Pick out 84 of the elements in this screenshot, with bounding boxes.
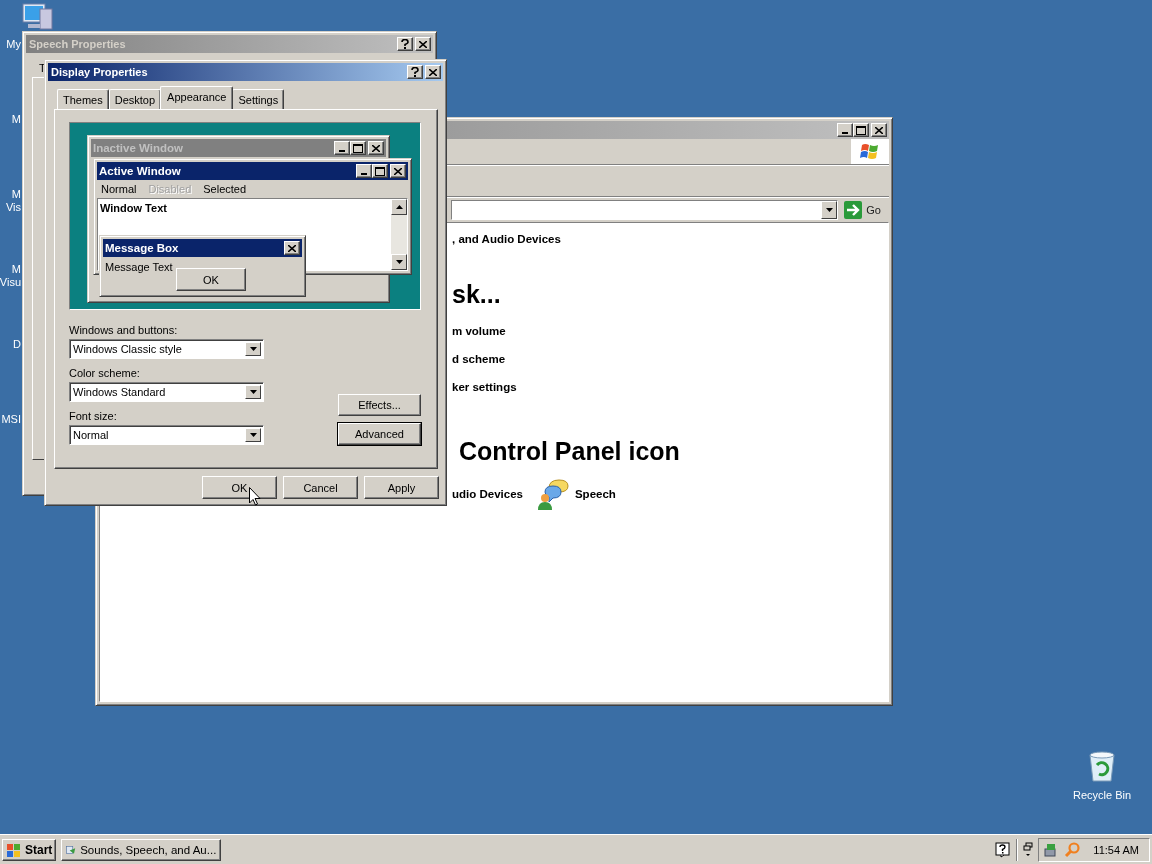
desktop-icon-label[interactable]: My bbox=[6, 38, 21, 51]
help-icon[interactable] bbox=[995, 841, 1012, 858]
close-icon bbox=[419, 40, 427, 48]
desktop-icon-label[interactable]: M bbox=[11, 188, 21, 201]
desktop-icon-label[interactable]: Vis bbox=[5, 201, 21, 214]
dropdown[interactable]: Windows Classic style bbox=[69, 339, 264, 359]
close-icon bbox=[429, 68, 437, 76]
category-link[interactable]: , and Audio Devices bbox=[452, 233, 561, 245]
ok-button[interactable]: OK bbox=[176, 268, 246, 291]
windows-logo-icon bbox=[6, 841, 22, 858]
field-label: Windows and buttons: bbox=[69, 324, 179, 336]
window-title: Active Window bbox=[99, 165, 181, 177]
clock: 11:54 AM bbox=[1093, 843, 1139, 856]
window-title: Inactive Window bbox=[93, 142, 183, 154]
help-icon bbox=[401, 39, 409, 49]
window-title: Message Box bbox=[105, 242, 179, 254]
dropdown-arrow-icon bbox=[249, 433, 257, 437]
task-link[interactable]: ker settings bbox=[452, 381, 517, 393]
dialog-button[interactable]: OK bbox=[202, 476, 277, 499]
desktop-icon-label[interactable]: Visu bbox=[0, 276, 21, 289]
minimize-button[interactable] bbox=[837, 123, 853, 137]
close-button[interactable] bbox=[390, 164, 406, 178]
section-heading: sk... bbox=[452, 280, 501, 309]
recycle-bin-icon[interactable] bbox=[1087, 751, 1117, 783]
maximize-button[interactable] bbox=[853, 123, 869, 137]
desktop-icon-label[interactable]: M bbox=[11, 263, 21, 276]
desktop-icon-label[interactable]: M bbox=[11, 113, 21, 126]
field-label: Font size: bbox=[69, 410, 118, 422]
close-button[interactable] bbox=[425, 65, 441, 79]
tab[interactable]: Appearance bbox=[160, 86, 234, 109]
tab[interactable]: Themes bbox=[57, 89, 109, 109]
close-icon bbox=[394, 167, 402, 175]
scroll-up-button[interactable] bbox=[391, 199, 407, 215]
close-icon bbox=[875, 126, 883, 134]
cursor-icon bbox=[249, 487, 261, 506]
recycle-bin-label[interactable]: Recycle Bin bbox=[1072, 789, 1132, 801]
address-field[interactable] bbox=[451, 200, 839, 220]
maximize-button[interactable] bbox=[372, 164, 388, 178]
desktop-icon-label[interactable]: D bbox=[13, 338, 21, 351]
window-text: Window Text bbox=[99, 201, 168, 216]
dialog-button[interactable]: Advanced bbox=[338, 423, 421, 445]
close-button[interactable] bbox=[284, 241, 300, 255]
help-button[interactable] bbox=[407, 65, 423, 79]
message-text: Message Text bbox=[104, 260, 174, 273]
close-button[interactable] bbox=[871, 123, 887, 137]
go-button[interactable]: Go bbox=[842, 199, 889, 221]
speech-icon[interactable] bbox=[536, 478, 569, 510]
dropdown[interactable]: Windows Standard bbox=[69, 382, 264, 402]
dialog-button[interactable]: Cancel bbox=[283, 476, 358, 499]
minimize-button[interactable] bbox=[356, 164, 372, 178]
windows-logo-icon bbox=[860, 141, 880, 162]
close-icon bbox=[288, 244, 296, 252]
dropdown-arrow-icon bbox=[249, 390, 257, 394]
close-icon bbox=[372, 144, 380, 152]
window-restore-icon[interactable] bbox=[1023, 841, 1034, 858]
taskbar-button[interactable]: Sounds, Speech, and Au... bbox=[61, 838, 222, 861]
window-title: Display Properties bbox=[51, 66, 148, 78]
section-heading: Control Panel icon bbox=[459, 437, 680, 466]
maximize-icon bbox=[375, 166, 385, 176]
start-button[interactable]: Start bbox=[2, 838, 57, 861]
arrow-icon bbox=[844, 201, 863, 219]
dropdown[interactable]: Normal bbox=[69, 425, 264, 445]
scroll-down-button[interactable] bbox=[391, 254, 407, 270]
dropdown-arrow-icon bbox=[249, 347, 257, 351]
computer-icon[interactable] bbox=[22, 3, 54, 31]
up-arrow-icon bbox=[395, 205, 403, 209]
field-label: Color scheme: bbox=[69, 367, 141, 379]
tab[interactable]: Desktop bbox=[108, 89, 162, 109]
control-panel-icon-label[interactable]: Speech bbox=[574, 488, 616, 500]
window-title: Speech Properties bbox=[29, 38, 126, 50]
control-panel-icon-label[interactable]: udio Devices bbox=[452, 488, 523, 500]
dialog-button[interactable]: Apply bbox=[364, 476, 439, 499]
maximize-icon bbox=[856, 125, 866, 135]
down-arrow-icon bbox=[395, 260, 403, 264]
task-link[interactable]: m volume bbox=[452, 325, 506, 337]
desktop-icon-label[interactable]: MSI bbox=[1, 413, 21, 426]
help-button[interactable] bbox=[397, 37, 413, 51]
tab[interactable]: Settings bbox=[232, 89, 285, 109]
dialog-button[interactable]: Effects... bbox=[338, 394, 421, 416]
close-button[interactable] bbox=[415, 37, 431, 51]
task-link[interactable]: d scheme bbox=[452, 353, 506, 365]
dropdown-arrow-icon bbox=[825, 208, 833, 212]
help-icon bbox=[411, 67, 419, 77]
maximize-icon bbox=[353, 143, 363, 153]
